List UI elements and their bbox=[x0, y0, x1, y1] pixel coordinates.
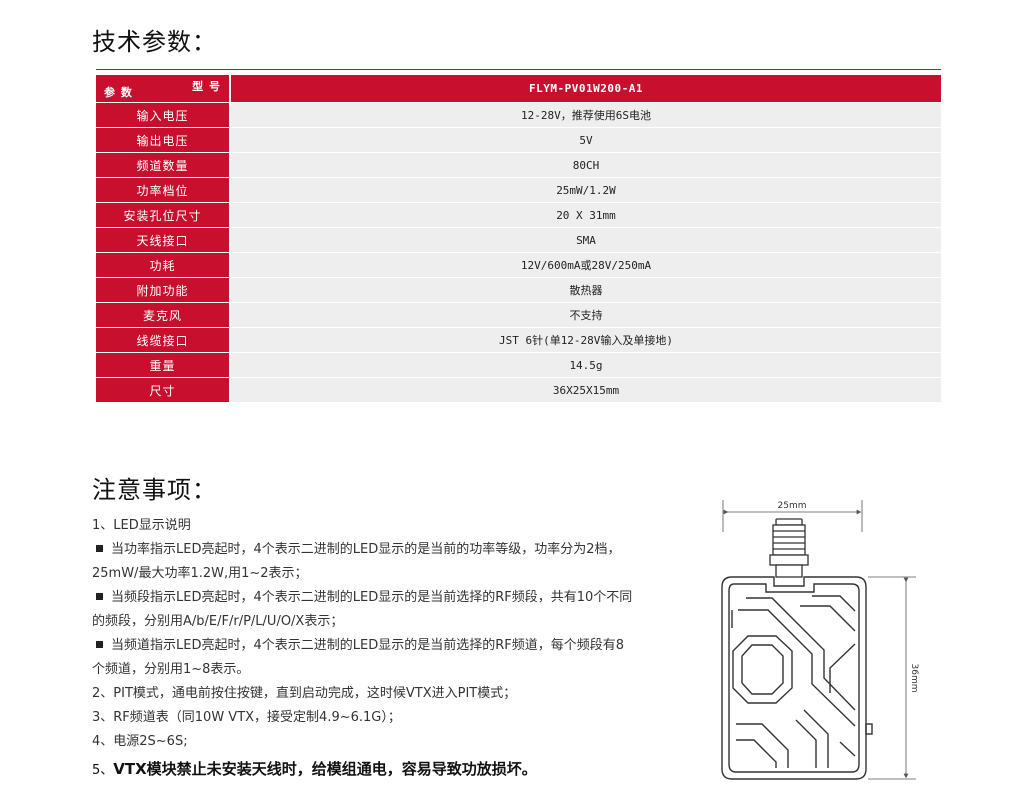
value-cell: 12-28V，推荐使用6S电池 bbox=[231, 103, 941, 127]
warning-number: 5、 bbox=[92, 763, 114, 778]
note-led-title: 1、LED显示说明 bbox=[92, 518, 191, 533]
square-bullet-icon bbox=[96, 641, 103, 648]
note-text: 当频道指示LED亮起时，4个表示二进制的LED显示的是当前选择的RF频道，每个频… bbox=[111, 638, 624, 653]
param-cell: 功耗 bbox=[96, 253, 231, 277]
heatsink-body-icon bbox=[721, 576, 873, 780]
note-text: 的频段，分别用A/b/E/F/r/P/L/U/O/X表示； bbox=[92, 614, 344, 629]
table-row: 附加功能 散热器 bbox=[96, 278, 941, 302]
param-cell: 重量 bbox=[96, 353, 231, 377]
table-row: 重量 14.5g bbox=[96, 353, 941, 377]
table-row: 输入电压 12-28V，推荐使用6S电池 bbox=[96, 103, 941, 127]
table-row: 输出电压 5V bbox=[96, 128, 941, 152]
note-power: 4、电源2S~6S; bbox=[92, 734, 188, 749]
param-cell: 尺寸 bbox=[96, 378, 231, 402]
value-cell: 散热器 bbox=[231, 278, 941, 302]
model-label: 型 号 bbox=[192, 80, 221, 93]
value-cell: JST 6针(单12-28V输入及单接地) bbox=[231, 328, 941, 352]
param-cell: 线缆接口 bbox=[96, 328, 231, 352]
note-text: 25mW/最大功率1.2W,用1~2表示； bbox=[92, 566, 308, 581]
width-dimension-label: 25mm bbox=[778, 501, 807, 511]
value-cell: 80CH bbox=[231, 153, 941, 177]
param-cell: 附加功能 bbox=[96, 278, 231, 302]
param-cell: 安装孔位尺寸 bbox=[96, 203, 231, 227]
param-cell: 麦克风 bbox=[96, 303, 231, 327]
table-row: 尺寸 36X25X15mm bbox=[96, 378, 941, 402]
table-row: 频道数量 80CH bbox=[96, 153, 941, 177]
table-header-row: 型 号 参 数 FLYM-PV01W200-A1 bbox=[96, 75, 941, 102]
value-cell: 20 X 31mm bbox=[231, 203, 941, 227]
note-warning: 5、VTX模块禁止未安装天线时，给模组通电，容易导致功放损坏。 bbox=[92, 757, 672, 783]
header-corner-cell: 型 号 参 数 bbox=[96, 75, 231, 102]
table-row: 天线接口 SMA bbox=[96, 228, 941, 252]
table-top-rule bbox=[96, 69, 941, 70]
warning-text: VTX模块禁止未安装天线时，给模组通电，容易导致功放损坏。 bbox=[113, 760, 537, 778]
vtx-dimension-drawing: 25mm 36mm bbox=[721, 500, 919, 780]
note-bullet: 当功率指示LED亮起时，4个表示二进制的LED显示的是当前的功率等级，功率分为2… bbox=[92, 538, 672, 562]
table-row: 安装孔位尺寸 20 X 31mm bbox=[96, 203, 941, 227]
spec-table: 型 号 参 数 FLYM-PV01W200-A1 输入电压 12-28V，推荐使用… bbox=[96, 74, 941, 403]
height-dimension-label: 36mm bbox=[909, 664, 919, 693]
note-bullet: 当频段指示LED亮起时，4个表示二进制的LED显示的是当前选择的RF频段，共有1… bbox=[92, 586, 672, 610]
note-rf: 3、RF频道表（同10W VTX，接受定制4.9~6.1G）； bbox=[92, 710, 401, 725]
sma-connector-icon bbox=[769, 518, 809, 578]
table-row: 功率档位 25mW/1.2W bbox=[96, 178, 941, 202]
note-bullet: 当频道指示LED亮起时，4个表示二进制的LED显示的是当前选择的RF频道，每个频… bbox=[92, 634, 672, 658]
param-cell: 频道数量 bbox=[96, 153, 231, 177]
value-cell: 5V bbox=[231, 128, 941, 152]
value-cell: 25mW/1.2W bbox=[231, 178, 941, 202]
note-text: 当功率指示LED亮起时，4个表示二进制的LED显示的是当前的功率等级，功率分为2… bbox=[111, 542, 621, 557]
model-name: FLYM-PV01W200-A1 bbox=[231, 75, 941, 102]
param-cell: 天线接口 bbox=[96, 228, 231, 252]
note-text: 个频道，分别用1~8表示。 bbox=[92, 662, 250, 677]
param-cell: 功率档位 bbox=[96, 178, 231, 202]
notes-list: 1、LED显示说明 当功率指示LED亮起时，4个表示二进制的LED显示的是当前的… bbox=[92, 514, 672, 783]
table-row: 线缆接口 JST 6针(单12-28V输入及单接地) bbox=[96, 328, 941, 352]
notes-section-title: 注意事项： bbox=[92, 476, 217, 504]
value-cell: SMA bbox=[231, 228, 941, 252]
note-text: 当频段指示LED亮起时，4个表示二进制的LED显示的是当前选择的RF频段，共有1… bbox=[111, 590, 633, 605]
param-cell: 输出电压 bbox=[96, 128, 231, 152]
param-label: 参 数 bbox=[104, 86, 133, 99]
table-row: 麦克风 不支持 bbox=[96, 303, 941, 327]
table-row: 功耗 12V/600mA或28V/250mA bbox=[96, 253, 941, 277]
square-bullet-icon bbox=[96, 593, 103, 600]
value-cell: 14.5g bbox=[231, 353, 941, 377]
value-cell: 36X25X15mm bbox=[231, 378, 941, 402]
note-pit: 2、PIT模式，通电前按住按键，直到启动完成，这时候VTX进入PIT模式； bbox=[92, 686, 517, 701]
spec-section-title: 技术参数： bbox=[92, 28, 217, 56]
value-cell: 12V/600mA或28V/250mA bbox=[231, 253, 941, 277]
param-cell: 输入电压 bbox=[96, 103, 231, 127]
square-bullet-icon bbox=[96, 545, 103, 552]
value-cell: 不支持 bbox=[231, 303, 941, 327]
